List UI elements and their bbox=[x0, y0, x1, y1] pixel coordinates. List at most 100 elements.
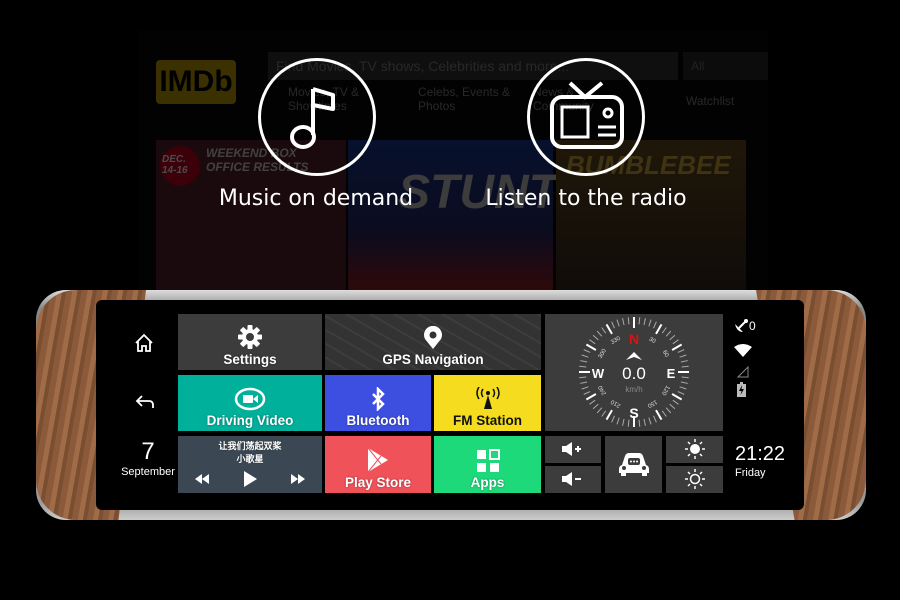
compass-tick bbox=[596, 407, 603, 414]
brightness-high-icon bbox=[684, 438, 705, 459]
volume-down-button[interactable] bbox=[545, 466, 601, 493]
compass-tick bbox=[680, 360, 688, 363]
heading-arrow-icon bbox=[626, 352, 642, 360]
compass-tick bbox=[672, 399, 679, 405]
compass-tick bbox=[585, 343, 597, 351]
satellite-count: 0 bbox=[749, 319, 756, 333]
compass-tick bbox=[601, 410, 607, 417]
compass-tick bbox=[655, 323, 663, 335]
compass-widget: N S E W 0.0 km/h 30 60 120 150 210 240 300 330 bbox=[545, 314, 723, 431]
volume-down-icon bbox=[562, 471, 581, 486]
speed-unit: km/h bbox=[625, 385, 642, 394]
gps-label: GPS Navigation bbox=[382, 352, 484, 367]
compass-degree-label: 330 bbox=[610, 335, 622, 346]
compass-tick bbox=[627, 317, 630, 325]
battery-charging-icon bbox=[737, 382, 746, 402]
fm-label: FM Station bbox=[453, 413, 522, 428]
bluetooth-label: Bluetooth bbox=[346, 413, 410, 428]
home-button[interactable] bbox=[133, 332, 155, 359]
compass-tick bbox=[581, 354, 589, 358]
play-store-icon bbox=[367, 447, 388, 473]
song-title: 让我们荡起双桨 bbox=[218, 441, 282, 451]
apps-tile[interactable]: Apps bbox=[434, 436, 541, 493]
compass-tick bbox=[653, 415, 657, 423]
settings-tile[interactable]: Settings bbox=[178, 314, 322, 370]
compass-tick bbox=[672, 339, 679, 345]
compass-tick bbox=[579, 376, 587, 379]
compass-tick bbox=[580, 360, 588, 363]
play-store-tile[interactable]: Play Store bbox=[325, 436, 431, 493]
compass-tick bbox=[677, 391, 685, 395]
cell-signal-icon bbox=[736, 365, 749, 383]
compass-degree-label: 210 bbox=[610, 398, 622, 409]
compass-tick bbox=[671, 343, 683, 351]
compass-tick bbox=[616, 319, 620, 327]
music-player-tile[interactable]: 让我们荡起双桨 小歌星 bbox=[178, 436, 322, 493]
compass-tick bbox=[648, 417, 652, 425]
compass-tick bbox=[643, 418, 646, 426]
compass-tick bbox=[605, 409, 613, 421]
compass-north: N bbox=[629, 331, 639, 347]
compass-west: W bbox=[592, 366, 605, 381]
volume-up-icon bbox=[562, 441, 581, 456]
radio-tower-icon bbox=[475, 387, 500, 409]
apps-label: Apps bbox=[470, 475, 505, 490]
compass-south: S bbox=[629, 405, 638, 421]
settings-label: Settings bbox=[223, 352, 277, 367]
back-button[interactable] bbox=[134, 392, 156, 417]
compass-degree-label: 30 bbox=[648, 337, 657, 346]
compass-degree-label: 300 bbox=[598, 348, 609, 360]
bluetooth-icon bbox=[372, 387, 385, 411]
music-note-icon bbox=[258, 58, 376, 176]
gear-icon bbox=[238, 325, 262, 349]
compass-tick bbox=[679, 386, 687, 390]
compass-tick bbox=[589, 339, 596, 345]
brightness-down-button[interactable] bbox=[666, 466, 723, 493]
date-day: 7 bbox=[141, 438, 155, 465]
gps-satellite-status: 0 bbox=[733, 318, 756, 334]
compass-tick bbox=[681, 365, 689, 368]
compass-tick bbox=[583, 349, 591, 353]
compass-tick bbox=[680, 381, 688, 384]
video-camera-icon bbox=[234, 387, 266, 411]
play-icon[interactable] bbox=[243, 471, 257, 487]
compass-tick bbox=[661, 327, 667, 334]
compass-tick bbox=[592, 334, 599, 341]
compass-tick bbox=[596, 330, 603, 337]
compass-tick bbox=[638, 317, 641, 325]
home-icon bbox=[135, 333, 153, 352]
speed-value: 0.0 bbox=[622, 364, 646, 383]
brightness-low-icon bbox=[684, 468, 705, 489]
compass-tick bbox=[583, 391, 591, 395]
map-pin-icon bbox=[424, 326, 442, 349]
fm-station-tile[interactable]: FM Station bbox=[434, 375, 541, 431]
compass-tick bbox=[671, 393, 683, 401]
compass-tick bbox=[611, 321, 615, 329]
brightness-up-button[interactable] bbox=[666, 436, 723, 463]
clock-time: 21:22 bbox=[735, 443, 786, 465]
compass-east: E bbox=[667, 366, 676, 381]
voice-assistant-button[interactable] bbox=[605, 436, 662, 493]
compass-tick bbox=[643, 318, 646, 326]
rewind-icon[interactable] bbox=[195, 474, 209, 484]
compass-tick bbox=[665, 330, 672, 337]
wifi-icon bbox=[734, 344, 752, 362]
compass-tick bbox=[589, 399, 596, 405]
compass-tick bbox=[601, 327, 607, 334]
volume-up-button[interactable] bbox=[545, 436, 601, 463]
compass-tick bbox=[679, 354, 687, 358]
compass-tick bbox=[655, 409, 663, 421]
compass-degree-label: 240 bbox=[597, 384, 608, 396]
compass-tick bbox=[661, 410, 667, 417]
bluetooth-tile[interactable]: Bluetooth bbox=[325, 375, 431, 431]
dim-overlay bbox=[138, 30, 768, 292]
fast-forward-icon[interactable] bbox=[291, 474, 305, 484]
compass-tick bbox=[579, 365, 587, 368]
driving-video-tile[interactable]: Driving Video bbox=[178, 375, 322, 431]
compass-tick bbox=[669, 334, 676, 341]
compass-tick bbox=[622, 418, 625, 426]
compass-tick bbox=[622, 318, 625, 326]
compass-tick bbox=[648, 319, 652, 327]
compass-tick bbox=[605, 323, 613, 335]
gps-navigation-tile[interactable]: GPS Navigation bbox=[325, 314, 541, 370]
